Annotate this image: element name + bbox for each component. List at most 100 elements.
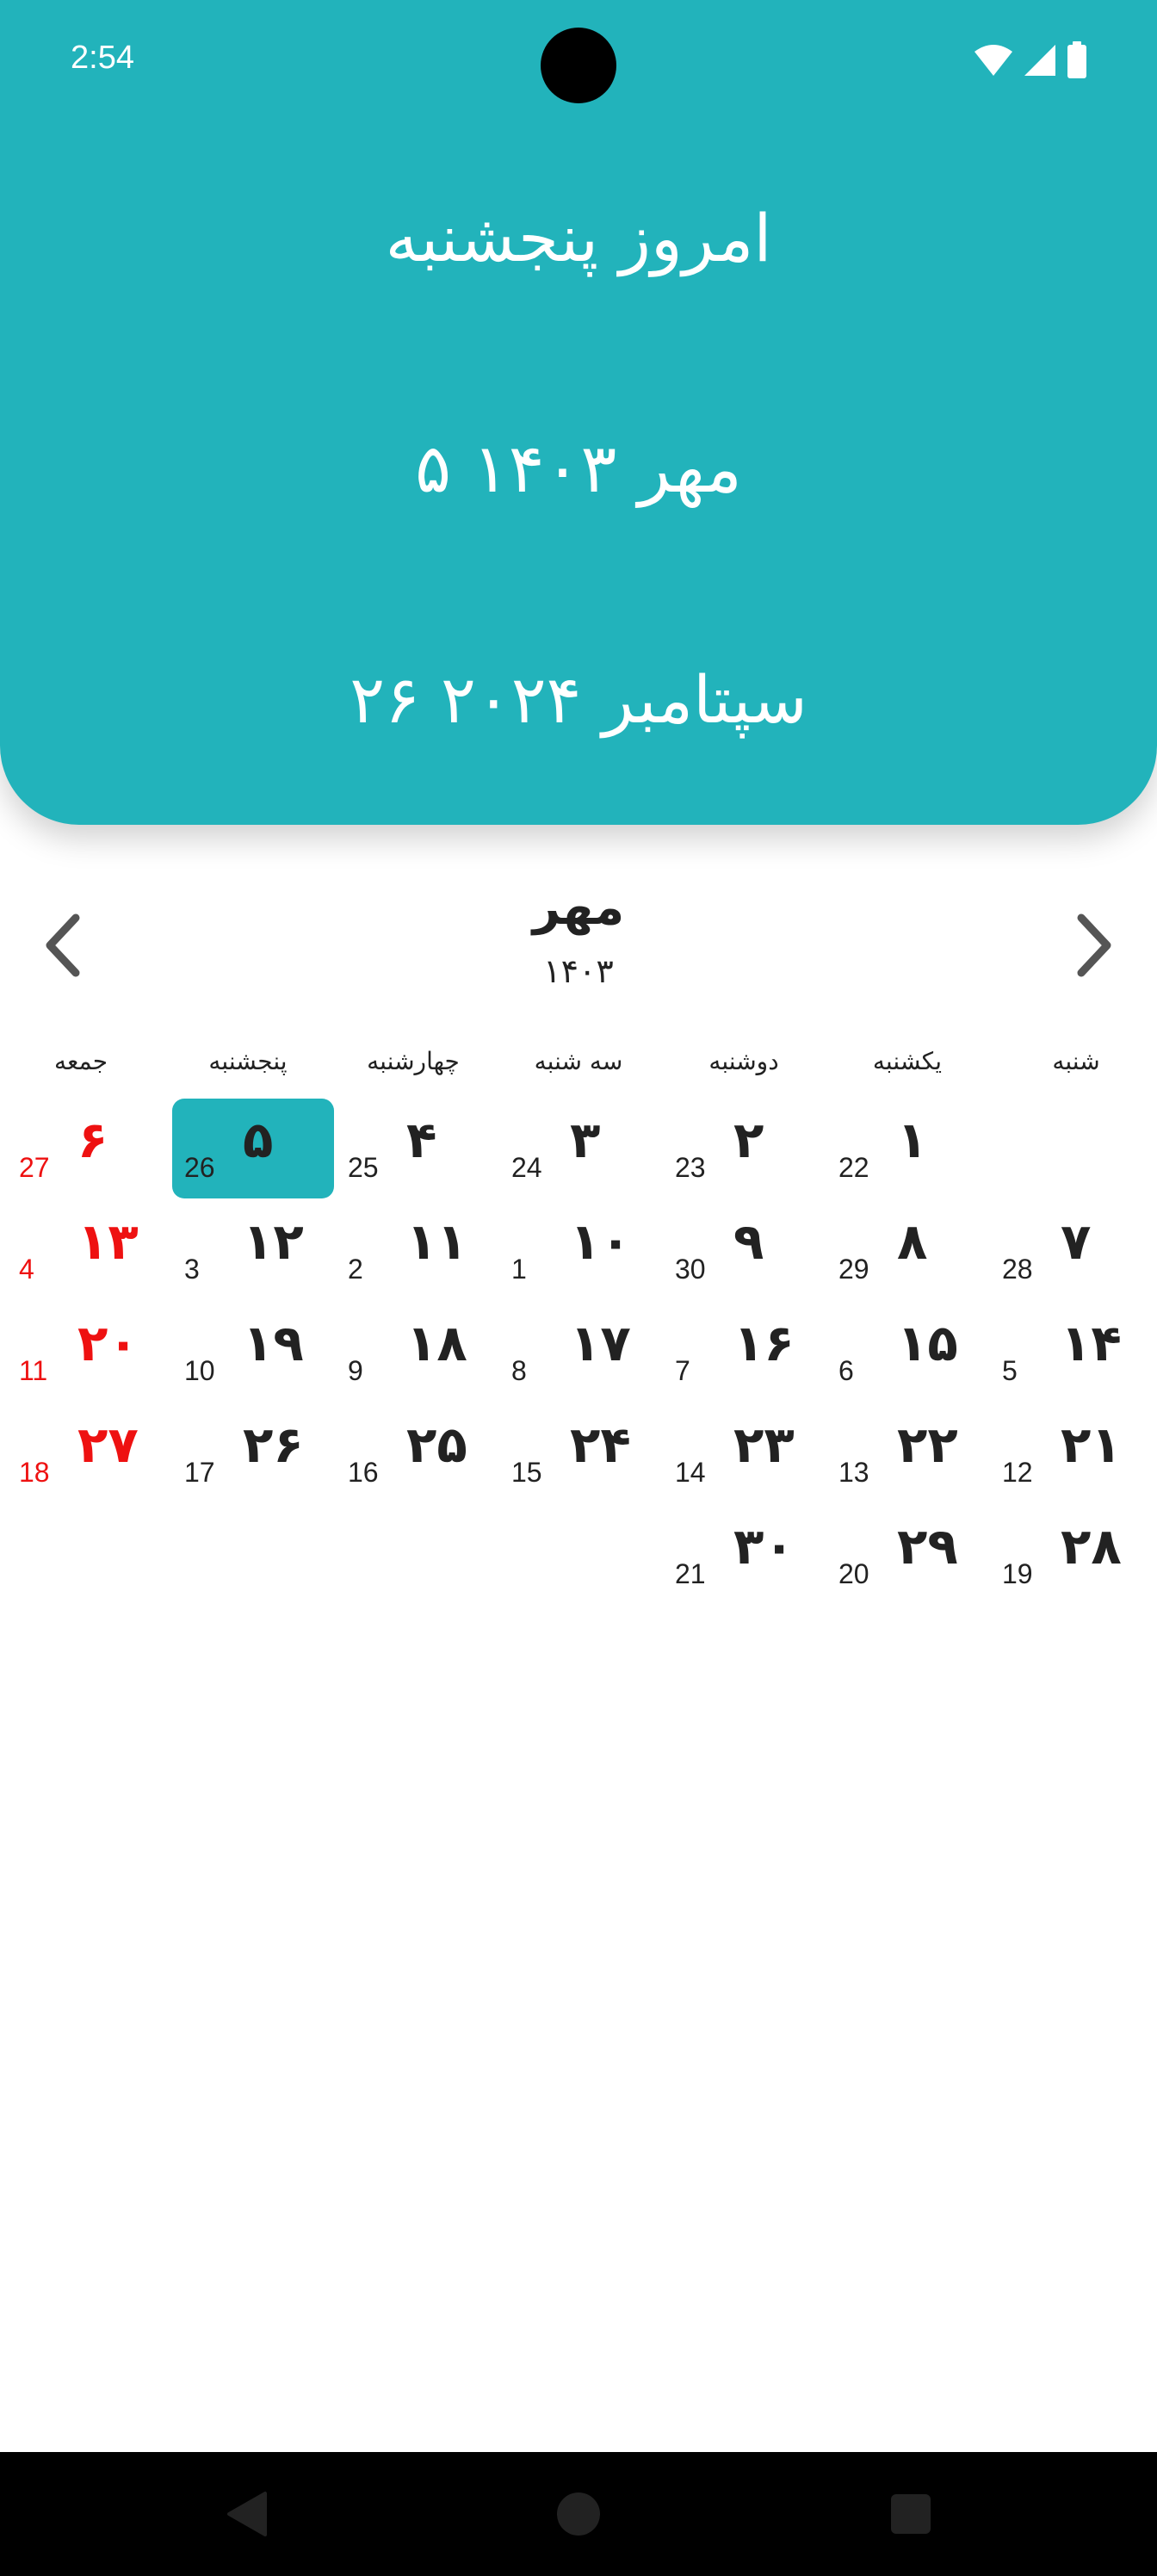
weekday-friday: جمعه <box>53 1047 108 1075</box>
day-number-jalali: ۱۲ <box>243 1212 304 1271</box>
day-number-gregorian: 16 <box>348 1457 379 1488</box>
day-cell[interactable]: ۳ 24 <box>499 1099 661 1198</box>
day-number-gregorian: 11 <box>19 1355 48 1386</box>
day-cell[interactable]: ۲۲ 13 <box>826 1403 988 1503</box>
day-cell[interactable]: ۲۳ 14 <box>663 1403 825 1503</box>
day-number-gregorian: 30 <box>675 1254 706 1285</box>
day-cell[interactable]: ۶ 27 <box>7 1099 169 1198</box>
status-bar: 2:54 <box>0 0 1157 129</box>
day-number-jalali: ۶ <box>77 1111 108 1169</box>
home-circle-icon[interactable] <box>553 2488 604 2540</box>
status-time: 2:54 <box>71 40 134 76</box>
day-cell[interactable]: ۱ 22 <box>826 1099 988 1198</box>
status-icons <box>973 41 1088 79</box>
day-number-jalali: ۱۱ <box>406 1212 467 1271</box>
day-cell[interactable]: ۲۴ 15 <box>499 1403 661 1503</box>
day-number-jalali: ۴ <box>406 1111 437 1169</box>
day-number-gregorian: 28 <box>1002 1254 1033 1285</box>
day-number-gregorian: 18 <box>19 1457 50 1488</box>
day-number-gregorian: 15 <box>511 1457 542 1488</box>
day-number-jalali: ۲۴ <box>570 1415 631 1474</box>
day-number-gregorian: 9 <box>348 1355 363 1386</box>
day-cell[interactable]: ۲۵ 16 <box>336 1403 498 1503</box>
day-number-gregorian: 3 <box>184 1254 200 1285</box>
calendar-grid: ۱ 22 ۲ 23 ۳ 24 ۴ 25 ۵ 26 ۶ 27 ۷ 28 ۸ 29 ۹ 30 ۱۰ 1 ۱۱ 2 ۱۲ 3 ۱۳ 4 ۱… <box>0 1099 1157 1607</box>
back-triangle-icon[interactable] <box>220 2488 272 2540</box>
day-number-jalali: ۱۷ <box>570 1314 631 1372</box>
day-number-gregorian: 23 <box>675 1152 706 1183</box>
day-cell[interactable]: ۱۱ 2 <box>336 1200 498 1300</box>
day-number-jalali: ۲۸ <box>1061 1517 1122 1576</box>
day-number-gregorian: 13 <box>838 1457 869 1488</box>
jalali-date: ۵ مهر ۱۴۰۳ <box>415 430 742 508</box>
day-number-gregorian: 6 <box>838 1355 854 1386</box>
day-cell[interactable]: ۱۶ 7 <box>663 1302 825 1402</box>
recents-square-icon[interactable] <box>885 2488 937 2540</box>
day-number-jalali: ۲ <box>733 1111 764 1169</box>
day-cell-selected[interactable]: ۵ 26 <box>172 1099 334 1198</box>
gregorian-date: ۲۶ سپتامبر ۲۰۲۴ <box>350 661 807 738</box>
day-number-jalali: ۳ <box>570 1111 601 1169</box>
day-number-gregorian: 25 <box>348 1152 379 1183</box>
day-cell[interactable]: ۱۲ 3 <box>172 1200 334 1300</box>
day-cell[interactable]: ۳۰ 21 <box>663 1505 825 1605</box>
weekday-sunday: یکشنبه <box>872 1047 943 1075</box>
today-weekday-label: امروز پنجشنبه <box>385 200 772 276</box>
day-cell[interactable]: ۲۸ 19 <box>990 1505 1152 1605</box>
day-number-jalali: ۱۳ <box>77 1212 139 1271</box>
day-number-jalali: ۹ <box>733 1212 764 1271</box>
day-number-jalali: ۲۵ <box>406 1415 467 1474</box>
month-navigation: مهر ۱۴۰۳ <box>0 870 1157 1016</box>
day-number-gregorian: 26 <box>184 1152 215 1183</box>
day-number-jalali: ۷ <box>1061 1212 1092 1271</box>
camera-cutout <box>541 28 616 103</box>
weekday-wednesday: چهارشنبه <box>367 1047 460 1075</box>
day-cell[interactable]: ۸ 29 <box>826 1200 988 1300</box>
day-number-jalali: ۱۴ <box>1061 1314 1122 1372</box>
day-cell[interactable]: ۲۹ 20 <box>826 1505 988 1605</box>
day-cell[interactable]: ۱۵ 6 <box>826 1302 988 1402</box>
day-number-gregorian: 27 <box>19 1152 50 1183</box>
day-cell[interactable]: ۱۸ 9 <box>336 1302 498 1402</box>
day-number-gregorian: 5 <box>1002 1355 1018 1386</box>
day-cell[interactable]: ۷ 28 <box>990 1200 1152 1300</box>
day-number-jalali: ۲۲ <box>897 1415 958 1474</box>
month-title: مهر <box>532 880 625 936</box>
day-number-jalali: ۱ <box>897 1111 928 1169</box>
day-cell[interactable]: ۹ 30 <box>663 1200 825 1300</box>
day-cell[interactable]: ۴ 25 <box>336 1099 498 1198</box>
day-cell[interactable]: ۲۰ 11 <box>7 1302 169 1402</box>
day-cell[interactable]: ۱۳ 4 <box>7 1200 169 1300</box>
next-month-button[interactable] <box>1062 902 1128 988</box>
day-number-jalali: ۱۶ <box>733 1314 795 1372</box>
battery-icon <box>1067 41 1086 78</box>
day-number-gregorian: 4 <box>19 1254 34 1285</box>
day-number-jalali: ۸ <box>897 1212 928 1271</box>
day-number-jalali: ۳۰ <box>733 1517 795 1576</box>
day-cell[interactable]: ۲ 23 <box>663 1099 825 1198</box>
day-number-jalali: ۱۹ <box>243 1314 304 1372</box>
day-number-jalali: ۲۳ <box>733 1415 795 1474</box>
weekday-header: شنبه یکشنبه دوشنبه سه شنبه چهارشنبه پنجش… <box>0 1047 1157 1088</box>
day-cell[interactable]: ۱۹ 10 <box>172 1302 334 1402</box>
day-cell[interactable]: ۱۴ 5 <box>990 1302 1152 1402</box>
weekday-tuesday: سه شنبه <box>534 1047 623 1075</box>
day-number-gregorian: 2 <box>348 1254 363 1285</box>
day-cell[interactable]: ۱۷ 8 <box>499 1302 661 1402</box>
day-number-gregorian: 12 <box>1002 1457 1033 1488</box>
cellular-signal-icon <box>1024 45 1055 76</box>
day-number-gregorian: 20 <box>838 1558 869 1589</box>
system-navigation-bar <box>0 2452 1157 2576</box>
day-number-gregorian: 8 <box>511 1355 527 1386</box>
day-number-gregorian: 19 <box>1002 1558 1033 1589</box>
weekday-thursday: پنجشنبه <box>208 1047 288 1075</box>
today-header-card: 2:54 امروز پنجشنبه ۵ مهر ۱۴۰۳ ۲۶ سپتامبر… <box>0 0 1157 825</box>
weekday-saturday: شنبه <box>1052 1047 1100 1075</box>
month-year: ۱۴۰۳ <box>543 952 614 990</box>
day-cell[interactable]: ۲۶ 17 <box>172 1403 334 1503</box>
day-number-gregorian: 24 <box>511 1152 542 1183</box>
day-number-gregorian: 29 <box>838 1254 869 1285</box>
day-cell[interactable]: ۲۱ 12 <box>990 1403 1152 1503</box>
day-cell[interactable]: ۱۰ 1 <box>499 1200 661 1300</box>
day-cell[interactable]: ۲۷ 18 <box>7 1403 169 1503</box>
